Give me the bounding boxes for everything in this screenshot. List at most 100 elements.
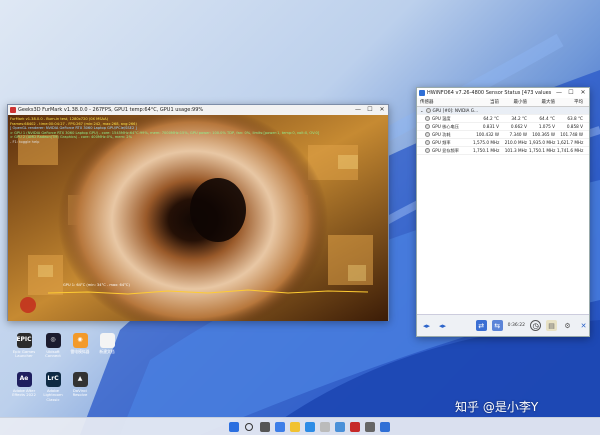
- gpu-icon: [425, 108, 431, 113]
- desktop-icon-label: Adobe Lightroom Classic: [43, 388, 63, 402]
- desktop-icon[interactable]: ◎ Ubisoft Connect: [38, 333, 68, 359]
- sensor-name: GPU 频率: [432, 139, 451, 145]
- desktop-icon[interactable]: ▲ DaVinci Resolve: [65, 372, 95, 398]
- gpu-temp-graph-label: GPU 1: 64°C (min: 34°C - max: 64°C): [63, 283, 130, 287]
- sensor-row[interactable]: GPU 核心电压 0.831 V 0.662 V 1.075 V 0.858 V: [417, 123, 589, 131]
- task-view-icon[interactable]: [260, 422, 270, 432]
- desktop-icon-image: LrC: [45, 372, 61, 387]
- sensor-cur: 1,575.0 MHz: [473, 140, 500, 145]
- osd-line: - F1: toggle help: [10, 140, 40, 144]
- col-min[interactable]: 最小值: [501, 99, 529, 105]
- hwinfo-taskbar-icon[interactable]: [365, 422, 375, 432]
- desktop-icon-image: [99, 333, 115, 348]
- edge-icon[interactable]: [305, 422, 315, 432]
- close-icon[interactable]: ✕: [577, 88, 589, 98]
- hwinfo-app-icon: [419, 90, 425, 96]
- desktop-icon[interactable]: LrC Adobe Lightroom Classic: [38, 372, 68, 402]
- desktop-icon-label: 雷电模拟器: [70, 349, 90, 354]
- sensor-max: 1,750.1 MHz: [529, 148, 556, 153]
- col-current[interactable]: 当前: [473, 99, 501, 105]
- sensor-row[interactable]: GPU 显存频率 1,750.1 MHz 101.3 MHz 1,750.1 MHz 1…: [417, 147, 589, 155]
- furmark-title: Geeks3D FurMark v1.38.0.0 - 267FPS, GPU1…: [18, 107, 204, 113]
- desktop-icon-label: Ubisoft Connect: [45, 349, 61, 359]
- sensor-max: 1.075 V: [538, 124, 555, 129]
- network-share-icon[interactable]: ⇆: [491, 320, 503, 331]
- hwinfo-titlebar[interactable]: HWiNFO64 v7.26-4800 Sensor Status [473 v…: [417, 88, 589, 98]
- sensor-min: 101.3 MHz: [504, 148, 527, 153]
- maximize-icon[interactable]: ☐: [565, 88, 577, 98]
- fur-donut-render: [8, 115, 388, 321]
- sensor-icon: [425, 116, 430, 121]
- sensor-avg: 101.748 W: [560, 132, 583, 137]
- sensor-cur: 1,750.1 MHz: [473, 148, 500, 153]
- sensor-max: 64.4 °C: [539, 116, 555, 121]
- taskbar: [0, 417, 600, 435]
- sensor-name: GPU 功耗: [432, 131, 451, 137]
- desktop-icon[interactable]: 新建文档: [92, 333, 122, 354]
- desktop-icon-label: 新建文档: [99, 349, 115, 354]
- desktop-icon-label: Adobe After Effects 2022: [12, 388, 36, 398]
- file-explorer-icon[interactable]: [290, 422, 300, 432]
- sensor-min: 0.662 V: [510, 124, 527, 129]
- widgets-icon[interactable]: [275, 422, 285, 432]
- minimize-icon[interactable]: —: [553, 88, 565, 98]
- desktop-icon-image: ◎: [45, 333, 61, 348]
- sensor-icon: [425, 140, 430, 145]
- furmark-titlebar[interactable]: Geeks3D FurMark v1.38.0.0 - 267FPS, GPU1…: [8, 105, 388, 115]
- sensor-group-gpu[interactable]: ⌄ GPU [#0]: NVIDIA G...: [417, 107, 589, 115]
- desktop-icon[interactable]: EPIC Epic Games Launcher: [9, 333, 39, 359]
- sensor-name: GPU 核心电压: [432, 123, 459, 129]
- close-icon[interactable]: ✕: [376, 105, 388, 115]
- desktop-icon[interactable]: ◉ 雷电模拟器: [65, 333, 95, 354]
- sensor-min: 34.2 °C: [511, 116, 527, 121]
- col-avg[interactable]: 平均: [557, 99, 585, 105]
- sensor-avg: 1,741.6 MHz: [557, 148, 584, 153]
- furmark-window[interactable]: Geeks3D FurMark v1.38.0.0 - 267FPS, GPU1…: [7, 104, 389, 321]
- sensor-table-header: 传感器 当前 最小值 最大值 平均: [417, 98, 589, 107]
- zhihu-watermark: 知乎 @是小李Y: [455, 400, 539, 414]
- nav-arrows-icon-2[interactable]: ◂▸: [437, 320, 448, 331]
- minimize-icon[interactable]: —: [352, 105, 364, 115]
- nav-arrows-icon[interactable]: ◂▸: [421, 320, 432, 331]
- sensor-cur: 0.831 V: [482, 124, 499, 129]
- sensor-icon: [425, 132, 430, 137]
- clock-icon[interactable]: ◷: [530, 320, 541, 331]
- close-sensors-icon[interactable]: ✕: [578, 320, 589, 331]
- desktop-icon-label: Epic Games Launcher: [12, 349, 36, 359]
- hwinfo-window[interactable]: HWiNFO64 v7.26-4800 Sensor Status [473 v…: [416, 87, 590, 337]
- sensor-icon: [425, 148, 430, 153]
- maximize-icon[interactable]: ☐: [364, 105, 376, 115]
- sensor-rows: GPU 温度 64.2 °C 34.2 °C 64.4 °C 63.8 °C GPU 核心…: [417, 115, 589, 155]
- sensor-max: 1,935.0 MHz: [529, 140, 556, 145]
- sensor-name: GPU 显存频率: [432, 147, 459, 153]
- sensor-cur: 64.2 °C: [483, 116, 499, 121]
- sensor-row[interactable]: GPU 频率 1,575.0 MHz 210.0 MHz 1,935.0 MHz 1,6…: [417, 139, 589, 147]
- hwinfo-title: HWiNFO64 v7.26-4800 Sensor Status [473 v…: [427, 90, 553, 96]
- network-icon[interactable]: ⇄: [475, 320, 487, 331]
- gear-icon[interactable]: ⚙: [562, 320, 573, 331]
- desktop-icon-image: EPIC: [16, 333, 32, 348]
- app-icon[interactable]: [335, 422, 345, 432]
- sensor-avg: 63.8 °C: [567, 116, 583, 121]
- search-icon[interactable]: [245, 423, 253, 431]
- col-max[interactable]: 最大值: [529, 99, 557, 105]
- app-icon-2[interactable]: [380, 422, 390, 432]
- sensor-avg: 1,621.7 MHz: [557, 140, 584, 145]
- desktop-icon[interactable]: Ae Adobe After Effects 2022: [9, 372, 39, 398]
- sensor-row[interactable]: GPU 功耗 100.432 W 7.340 W 100.365 W 101.748 W: [417, 131, 589, 139]
- col-sensor[interactable]: 传感器: [417, 99, 473, 105]
- desktop-icon-image: Ae: [16, 372, 32, 387]
- session-timer: 0:36:22: [507, 323, 525, 328]
- sensor-avg: 0.858 V: [566, 124, 583, 129]
- chevron-down-icon[interactable]: ⌄: [420, 108, 424, 113]
- sensor-max: 100.365 W: [532, 132, 555, 137]
- furmark-render-view: FurMark v1.38.0.0 - Burn-in test, 1280x7…: [8, 115, 388, 321]
- sensor-cur: 100.432 W: [476, 132, 499, 137]
- sensor-row[interactable]: GPU 温度 64.2 °C 34.2 °C 64.4 °C 63.8 °C: [417, 115, 589, 123]
- report-icon[interactable]: ▤: [546, 320, 557, 331]
- furmark-taskbar-icon[interactable]: [350, 422, 360, 432]
- desktop-icon-label: DaVinci Resolve: [72, 388, 88, 398]
- desktop-icon-image: ◉: [72, 333, 88, 348]
- store-icon[interactable]: [320, 422, 330, 432]
- start-windows-icon[interactable]: [229, 422, 239, 432]
